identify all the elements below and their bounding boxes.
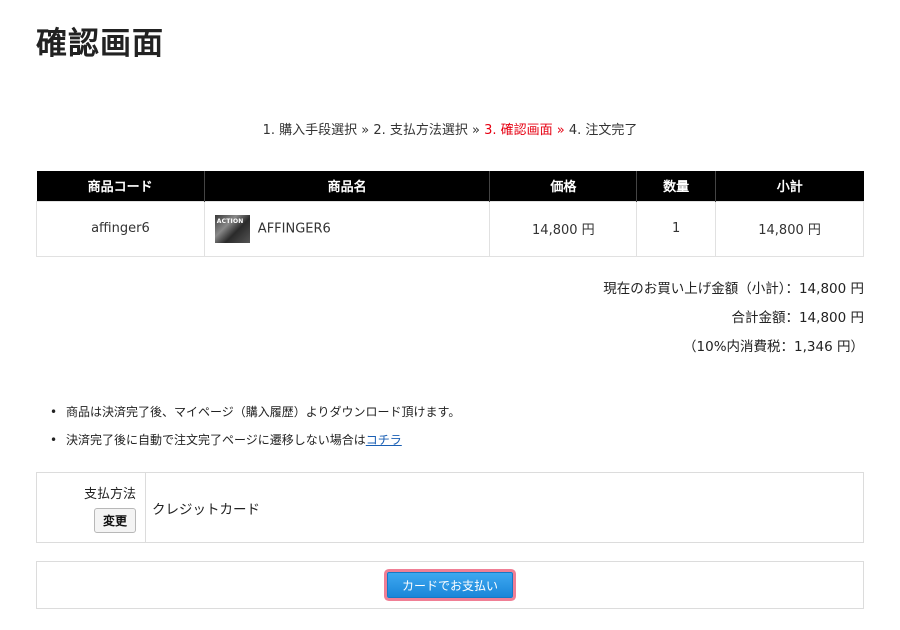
header-quantity: 数量	[636, 171, 717, 201]
cell-product-code: affinger6	[36, 200, 205, 257]
pay-button-container: カードでお支払い	[36, 561, 864, 609]
product-thumbnail	[214, 214, 250, 243]
product-name-text: AFFINGER6	[257, 221, 331, 236]
page-title: 確認画面	[36, 26, 164, 62]
header-product-name: 商品名	[204, 171, 491, 201]
step-1: 1. 購入手段選択 »	[262, 123, 370, 138]
progress-steps: 1. 購入手段選択 » 2. 支払方法選択 » 3. 確認画面 » 4. 注文完…	[0, 119, 900, 138]
current-subtotal: 現在のお買い上げ金額（小計）：14,800 円	[603, 281, 864, 297]
step-2: 2. 支払方法選択 »	[373, 123, 480, 138]
table-row: affinger6 AFFINGER6 14,800 円 1 14,800 円	[36, 200, 864, 257]
header-subtotal: 小計	[715, 171, 864, 201]
order-totals: 現在のお買い上げ金額（小計）：14,800 円 合計金額：14,800 円 （1…	[603, 280, 864, 367]
payment-method-box: 支払方法 変更 クレジットカード	[36, 472, 864, 543]
step-3-current: 3. 確認画面 »	[484, 123, 565, 138]
step-4: 4. 注文完了	[568, 123, 638, 138]
table-header-row: 商品コード 商品名 価格 数量 小計	[36, 171, 864, 201]
note-download: 商品は決済完了後、マイページ（購入履歴）よりダウンロード頂けます。	[50, 404, 460, 432]
total-amount: 合計金額：14,800 円	[731, 310, 864, 326]
note-redirect-text: 決済完了後に自動で注文完了ページに遷移しない場合は	[66, 433, 366, 447]
tax-amount: （10%内消費税：1,346 円）	[683, 339, 864, 355]
header-product-code: 商品コード	[36, 171, 205, 201]
cell-quantity: 1	[636, 200, 717, 257]
here-link[interactable]: コチラ	[366, 433, 402, 447]
cell-product-name: AFFINGER6	[203, 200, 491, 257]
cell-price: 14,800 円	[489, 200, 638, 257]
change-payment-button[interactable]: 変更	[93, 507, 136, 533]
payment-method-label: 支払方法	[83, 486, 136, 502]
payment-label-cell: 支払方法 変更	[37, 473, 146, 542]
cart-table: 商品コード 商品名 価格 数量 小計 affinger6 AFFINGER6 1…	[36, 171, 864, 257]
header-price: 価格	[489, 171, 638, 201]
notes-list: 商品は決済完了後、マイページ（購入履歴）よりダウンロード頂けます。 決済完了後に…	[50, 404, 460, 460]
note-redirect: 決済完了後に自動で注文完了ページに遷移しない場合はコチラ	[50, 432, 460, 460]
pay-with-card-button[interactable]: カードでお支払い	[386, 572, 513, 598]
cell-subtotal: 14,800 円	[715, 200, 864, 257]
payment-method-value: クレジットカード	[152, 501, 260, 518]
